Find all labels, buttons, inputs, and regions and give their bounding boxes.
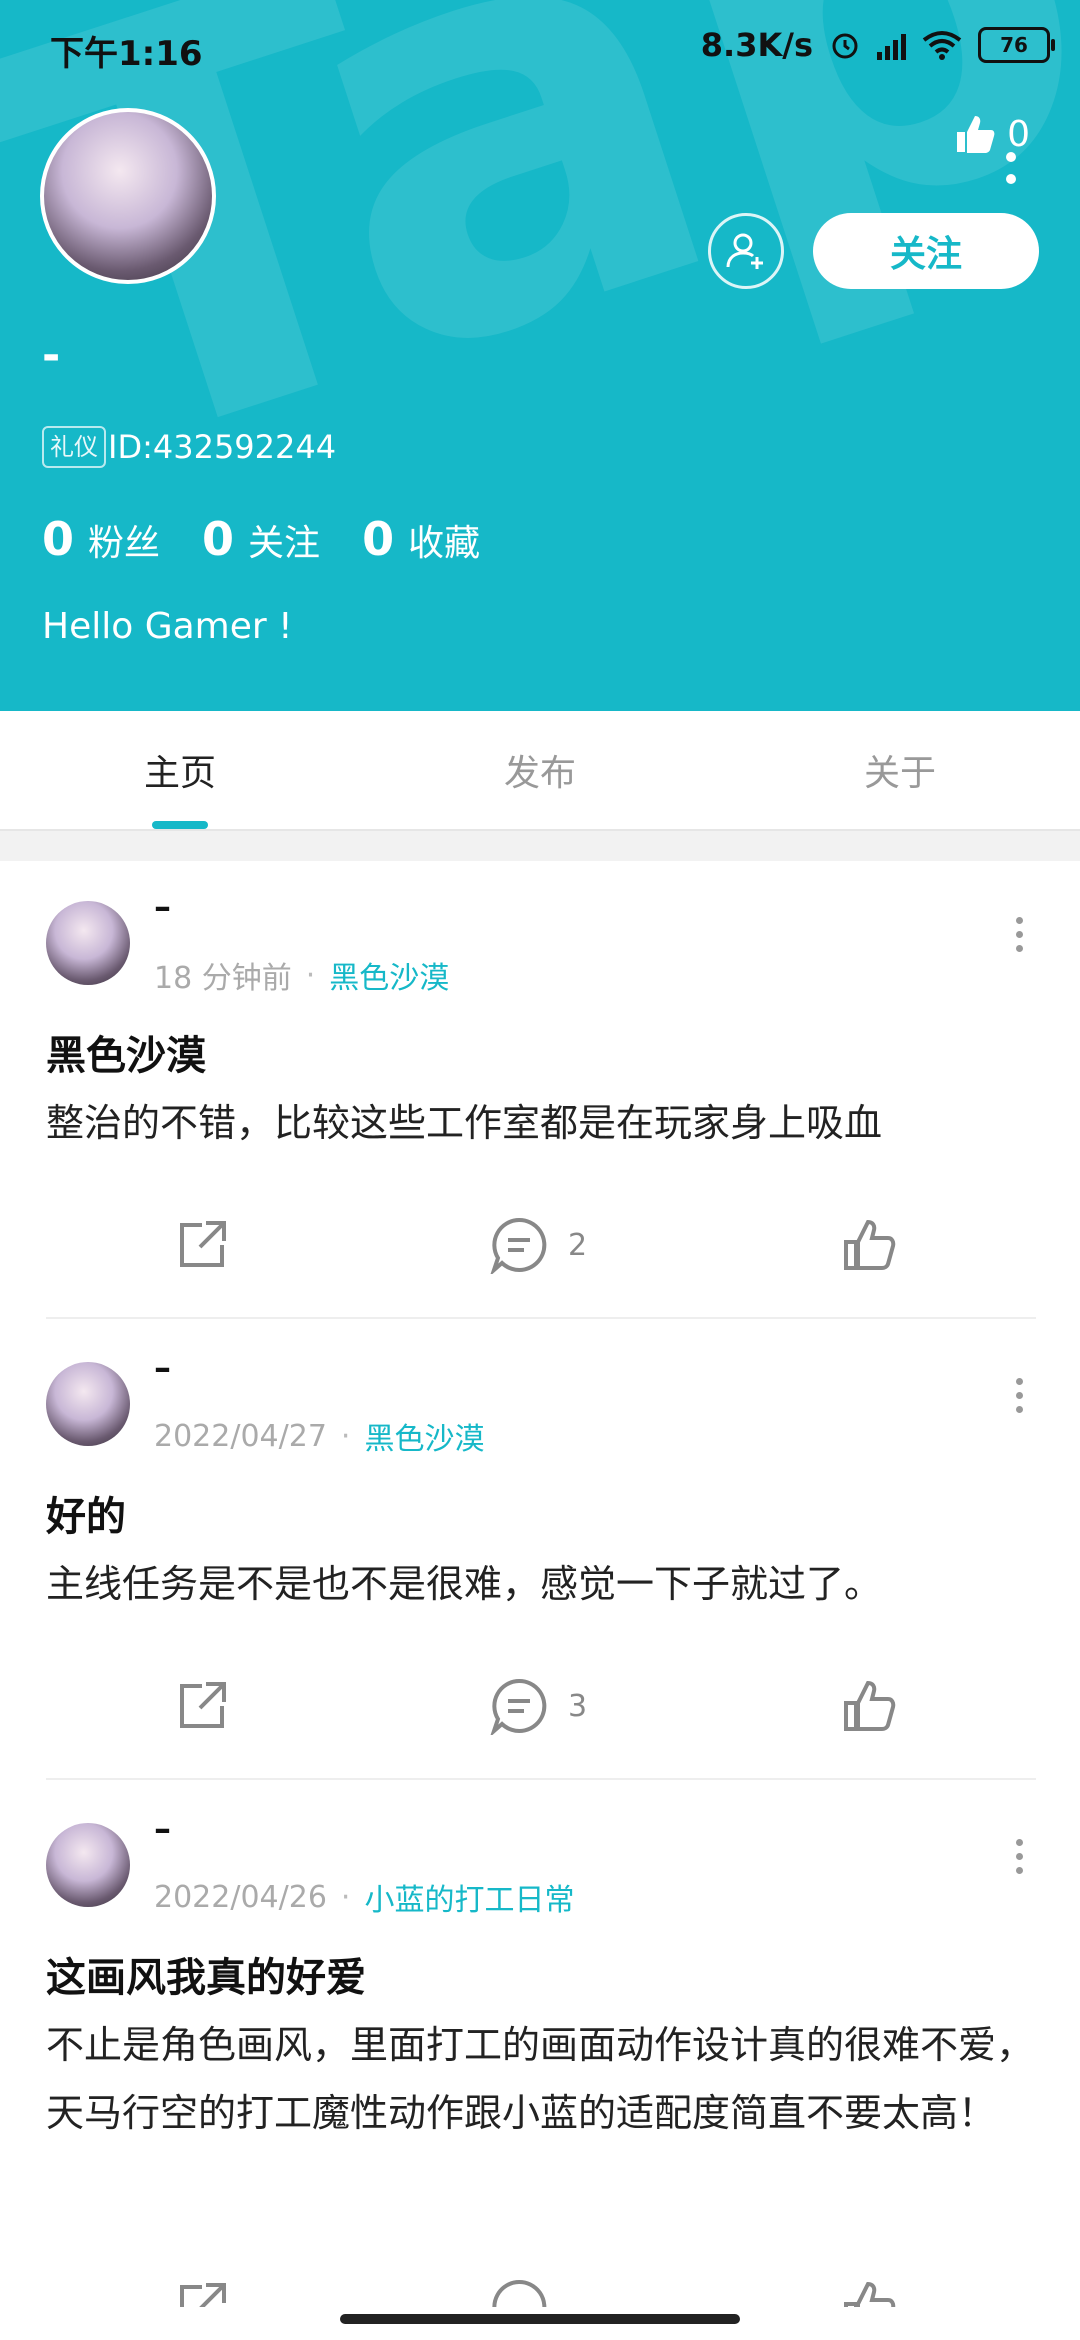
post-author[interactable]: –: [154, 1809, 171, 1849]
stat-label: 关注: [248, 523, 321, 564]
post-card[interactable]: – 2022/04/27 · 黑色沙漠 好的 主线任务是不是也不是很难，感觉一下…: [0, 1322, 1080, 1782]
share-icon: [180, 1682, 226, 1728]
post-avatar[interactable]: [46, 1823, 130, 1907]
meta-separator: ·: [305, 957, 316, 993]
section-gap: [0, 831, 1080, 861]
share-icon: [180, 1221, 226, 1267]
post-card[interactable]: – 18 分钟前 · 黑色沙漠 黑色沙漠 整治的不错，比较这些工作室都是在玩家身…: [0, 861, 1080, 1321]
comment-button[interactable]: 2: [490, 1205, 587, 1285]
stat-number: 0: [362, 512, 395, 566]
stat-following[interactable]: 0 关注: [202, 512, 320, 566]
post-body: 整治的不错，比较这些工作室都是在玩家身上吸血: [46, 1101, 883, 1145]
post-actions: 3: [0, 1666, 1080, 1746]
status-bar: 下午1:16 8.3K/s 76: [0, 0, 1080, 100]
comment-button[interactable]: 3: [490, 1666, 587, 1746]
stat-favorites[interactable]: 0 收藏: [362, 512, 480, 566]
comment-button[interactable]: [490, 2267, 548, 2307]
profile-stats: 0 粉丝 0 关注 0 收藏: [42, 512, 480, 566]
post-actions: 2: [0, 1205, 1080, 1285]
post-body: 主线任务是不是也不是很难，感觉一下子就过了。: [46, 1562, 883, 1606]
stat-label: 收藏: [408, 523, 481, 564]
meta-separator: ·: [340, 1879, 351, 1915]
stat-fans[interactable]: 0 粉丝: [42, 512, 160, 566]
add-friend-button[interactable]: [708, 213, 784, 289]
post-time: 2022/04/27: [154, 1418, 327, 1454]
wifi-icon: [922, 31, 962, 60]
post-avatar[interactable]: [46, 1362, 130, 1446]
status-time: 下午1:16: [50, 34, 203, 74]
alarm-icon: [832, 33, 858, 59]
battery-icon: 76: [978, 27, 1055, 63]
post-time: 2022/04/26: [154, 1879, 327, 1915]
comment-icon: [490, 1217, 547, 1274]
watermark-graphic: TapT: [0, 0, 1080, 587]
cell-signal-icon: [877, 30, 906, 60]
post-more-icon[interactable]: [1016, 1839, 1024, 1881]
share-icon: [180, 2283, 226, 2307]
comment-count: 2: [568, 1227, 588, 1263]
home-indicator[interactable]: [340, 2314, 740, 2324]
comment-count: 3: [568, 1688, 588, 1724]
post-meta: 18 分钟前 · 黑色沙漠: [154, 953, 449, 997]
post-avatar[interactable]: [46, 901, 130, 985]
tab-posts[interactable]: 发布: [360, 711, 720, 829]
status-icons: 8.3K/s 76: [700, 26, 1055, 64]
thumbs-up-icon: [844, 1219, 896, 1270]
profile-like-count: 0: [1007, 113, 1030, 155]
comment-icon: [492, 2279, 547, 2307]
profile-tabs: 主页 发布 关于: [0, 711, 1080, 831]
post-author[interactable]: –: [154, 1348, 171, 1388]
post-time: 18 分钟前: [154, 961, 292, 996]
post-body: 不止是角色画风，里面打工的画面动作设计真的很难不爱，天马行空的打工魔性动作跟小蓝…: [46, 2023, 1035, 2135]
post-meta: 2022/04/27 · 黑色沙漠: [154, 1414, 484, 1458]
like-button[interactable]: [840, 2267, 898, 2307]
share-button[interactable]: [174, 2267, 230, 2307]
profile-header: TapT 下午1:16 8.3K/s 76 0 关注 - 礼仪 ID:43259…: [0, 0, 1080, 711]
follow-button[interactable]: 关注: [813, 213, 1039, 289]
profile-nickname: -: [42, 330, 61, 381]
post-title: 好的: [46, 1494, 126, 1540]
tab-home[interactable]: 主页: [0, 711, 360, 829]
profile-avatar[interactable]: [40, 108, 216, 284]
etiquette-badge[interactable]: 礼仪: [42, 426, 106, 468]
post-author[interactable]: –: [154, 887, 171, 927]
post-divider: [46, 1778, 1036, 1780]
stat-label: 粉丝: [88, 523, 161, 564]
like-button[interactable]: [840, 1205, 898, 1285]
profile-id-row: 礼仪 ID:432592244: [42, 426, 336, 468]
like-button[interactable]: [840, 1666, 898, 1746]
post-divider: [46, 1317, 1036, 1319]
comment-icon: [490, 1678, 547, 1735]
net-speed: 8.3K/s: [700, 26, 813, 64]
post-game-link[interactable]: 黑色沙漠: [364, 1414, 484, 1458]
thumbs-up-icon: [844, 1680, 896, 1731]
profile-bio: Hello Gamer !: [42, 606, 293, 647]
post-game-link[interactable]: 黑色沙漠: [329, 953, 449, 997]
share-button[interactable]: [174, 1205, 230, 1285]
thumbs-up-icon: [957, 116, 995, 153]
post-more-icon[interactable]: [1016, 1378, 1024, 1420]
profile-like[interactable]: 0: [953, 112, 1030, 156]
post-actions: [0, 2267, 1080, 2307]
profile-id: ID:432592244: [108, 428, 337, 466]
stat-number: 0: [42, 512, 75, 566]
post-title: 黑色沙漠: [46, 1033, 206, 1079]
meta-separator: ·: [340, 1418, 351, 1454]
post-game-link[interactable]: 小蓝的打工日常: [364, 1875, 574, 1919]
share-button[interactable]: [174, 1666, 230, 1746]
more-menu-icon[interactable]: [1006, 152, 1018, 196]
post-meta: 2022/04/26 · 小蓝的打工日常: [154, 1875, 574, 1919]
tab-about[interactable]: 关于: [720, 711, 1080, 829]
post-card[interactable]: – 2022/04/26 · 小蓝的打工日常 这画风我真的好爱 不止是角色画风，…: [0, 1783, 1080, 2323]
thumbs-up-icon: [844, 2281, 896, 2307]
stat-number: 0: [202, 512, 235, 566]
post-title: 这画风我真的好爱: [46, 1955, 366, 2001]
post-more-icon[interactable]: [1016, 917, 1024, 959]
add-user-icon: [726, 233, 763, 269]
